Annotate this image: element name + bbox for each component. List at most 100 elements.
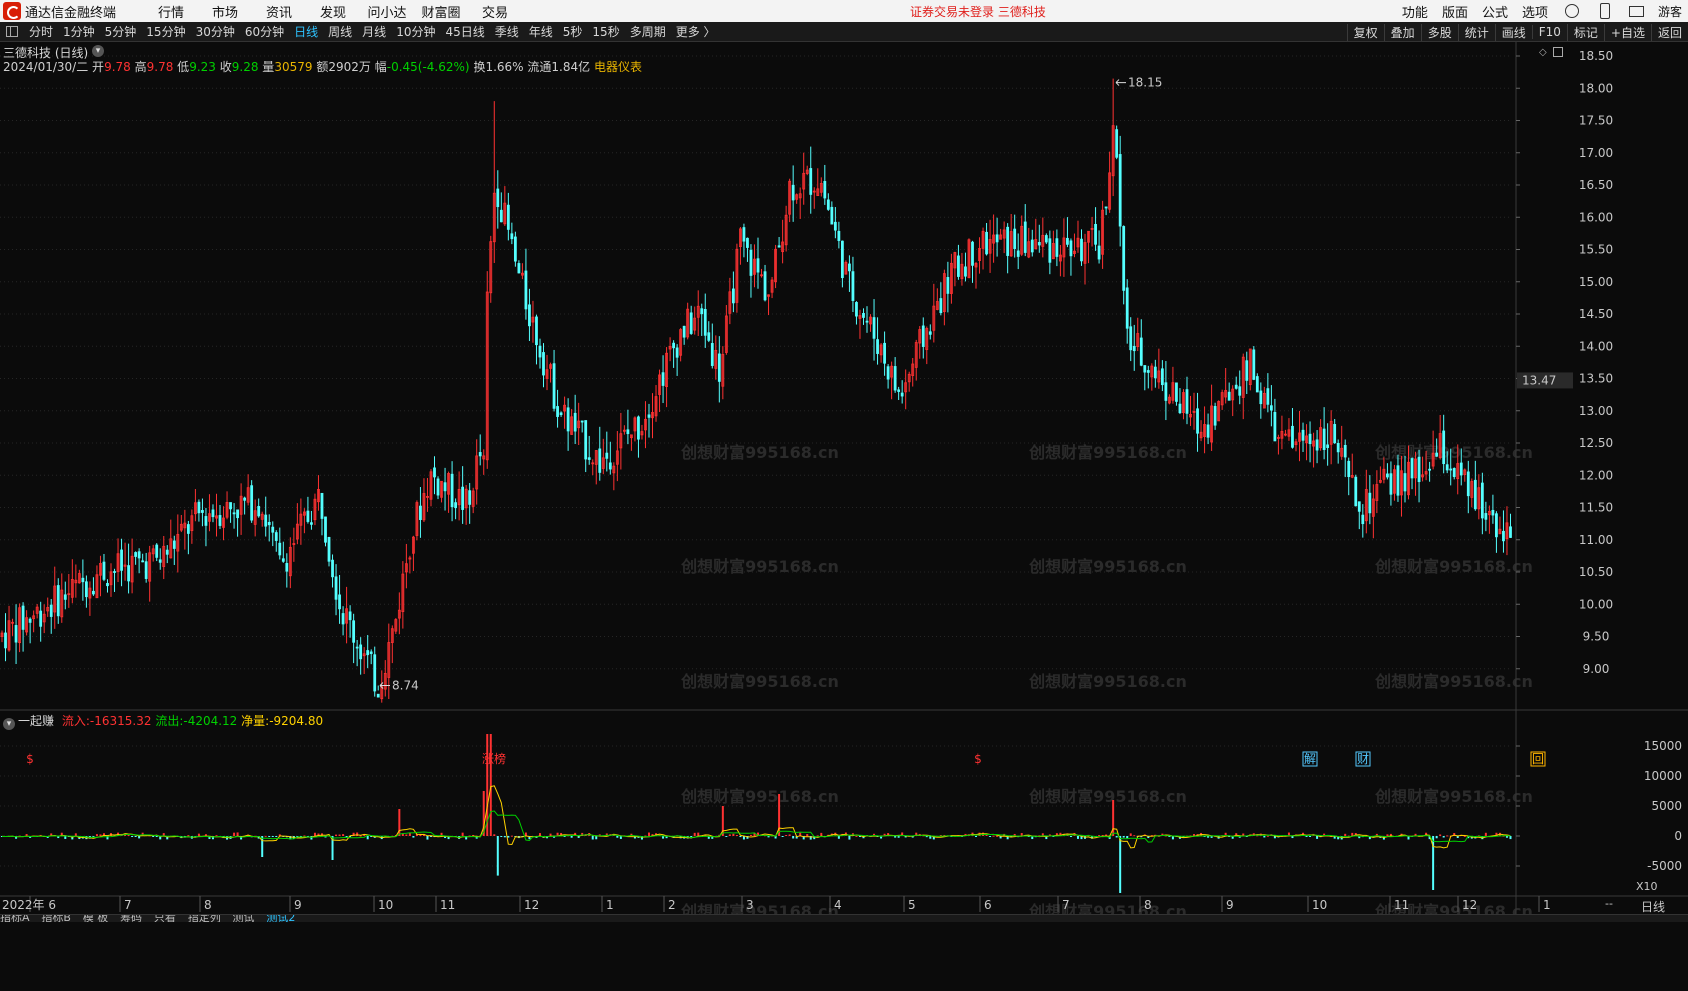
candle-body bbox=[274, 532, 278, 541]
candle-body bbox=[742, 227, 746, 242]
candle-body bbox=[236, 509, 239, 519]
flow-bar bbox=[788, 834, 791, 836]
candle-body bbox=[826, 199, 830, 210]
event-marker: $ bbox=[974, 752, 982, 766]
x-tick-label: 2022年 6 bbox=[2, 898, 56, 912]
candle-body bbox=[1080, 238, 1083, 262]
candle-body bbox=[661, 372, 665, 386]
bottom-tab-custom[interactable]: 指定列 bbox=[188, 915, 221, 922]
candle-body bbox=[517, 263, 521, 274]
flow-bar bbox=[1435, 836, 1438, 839]
candle-body bbox=[605, 452, 609, 459]
x-tick-label: 9 bbox=[294, 898, 302, 912]
candle-body bbox=[1269, 405, 1273, 411]
chevron-down-icon[interactable]: ▾ bbox=[3, 718, 15, 730]
x-tick-label: 12 bbox=[1462, 898, 1477, 912]
flow-bar bbox=[335, 834, 338, 836]
current-period-label[interactable]: 日线 bbox=[1641, 898, 1665, 915]
x-tick-label: 2 bbox=[668, 898, 676, 912]
candle-body bbox=[436, 478, 440, 496]
max-arrow bbox=[1115, 79, 1126, 86]
candle-body bbox=[1386, 473, 1389, 478]
flow-bar bbox=[366, 836, 369, 840]
candle-body bbox=[528, 304, 531, 327]
flow-bar bbox=[1115, 836, 1118, 838]
bottom-tab-only[interactable]: 只看 bbox=[154, 915, 176, 922]
flow-bar bbox=[855, 835, 858, 837]
candle-body bbox=[939, 298, 943, 314]
candle-body bbox=[809, 168, 813, 195]
event-marker: 回 bbox=[1532, 752, 1544, 766]
candle-body bbox=[584, 420, 588, 460]
candle-body bbox=[1417, 456, 1421, 483]
candle-body bbox=[1118, 154, 1122, 227]
candle-body bbox=[1048, 238, 1052, 263]
candle-body bbox=[1132, 345, 1136, 352]
diamond-icon[interactable]: ◇ bbox=[1539, 47, 1547, 58]
candle-body bbox=[524, 270, 528, 310]
price-tick-label: 13.50 bbox=[1579, 372, 1613, 386]
flow-bar bbox=[1446, 835, 1449, 837]
flow-bar bbox=[739, 836, 742, 838]
candle-body bbox=[419, 505, 422, 520]
candle-body bbox=[1104, 206, 1108, 209]
candle-body bbox=[211, 509, 215, 518]
indicator-name[interactable]: 一起赚 bbox=[18, 714, 54, 728]
candle-body bbox=[28, 618, 32, 623]
candle-body bbox=[49, 604, 53, 617]
watermark-text: 创想财富995168.cn bbox=[680, 787, 839, 806]
float-label: 流通 bbox=[527, 60, 552, 74]
flow-bar bbox=[489, 734, 492, 836]
x-tick-label: 8 bbox=[1144, 898, 1152, 912]
bottom-tab-chips[interactable]: 筹码 bbox=[120, 915, 142, 922]
bottom-tab-b[interactable]: 指标B bbox=[41, 915, 71, 922]
window-icon[interactable] bbox=[1553, 47, 1563, 57]
flow-bar bbox=[412, 836, 415, 838]
watermark-text: 创想财富995168.cn bbox=[1374, 787, 1533, 806]
flow-bar bbox=[749, 834, 752, 836]
flow-bar bbox=[996, 835, 999, 837]
kline-chart[interactable]: 创想财富995168.cn 创想财富995168.cn 创想财富995168.cn 创… bbox=[0, 0, 1688, 991]
quote-line: 2024/01/30/二 开9.78 高9.78 低9.23 收9.28 量30… bbox=[3, 58, 642, 75]
candle-body bbox=[510, 233, 514, 240]
candle-body bbox=[1238, 386, 1242, 396]
price-tick-label: 15.00 bbox=[1579, 275, 1613, 289]
change-label: 幅 bbox=[374, 60, 387, 74]
bottom-tab-test[interactable]: 测试 bbox=[233, 915, 255, 922]
candle-body bbox=[454, 502, 458, 509]
candle-body bbox=[1259, 390, 1263, 405]
candle-body bbox=[1115, 129, 1119, 158]
candle-body bbox=[1491, 509, 1495, 516]
candle-body bbox=[1160, 368, 1164, 386]
flow-bar bbox=[1076, 836, 1079, 839]
candle-body bbox=[1143, 365, 1147, 373]
candle-body bbox=[1368, 492, 1372, 514]
x-tick-label: 12 bbox=[524, 898, 539, 912]
candle-body bbox=[278, 542, 282, 556]
bottom-tab-test2[interactable]: 测试2 bbox=[266, 915, 295, 922]
candle-body bbox=[120, 549, 123, 571]
flow-bar bbox=[693, 832, 696, 836]
x-tick-label: 4 bbox=[834, 898, 842, 912]
candle-body bbox=[700, 308, 704, 315]
bottom-tab-template[interactable]: 模 板 bbox=[83, 915, 109, 922]
candle-body bbox=[872, 317, 876, 339]
candle-body bbox=[746, 237, 749, 248]
chevron-down-icon[interactable]: ▾ bbox=[92, 45, 104, 57]
candle-body bbox=[542, 352, 545, 376]
flow-bar bbox=[268, 836, 271, 837]
flow-bar bbox=[820, 832, 823, 836]
bottom-tab-a[interactable]: 指标A bbox=[0, 915, 30, 922]
x-tick-label: 8 bbox=[204, 898, 212, 912]
candle-body bbox=[271, 526, 275, 533]
candle-body bbox=[1122, 226, 1126, 291]
scale-label: X10 bbox=[1636, 880, 1658, 893]
candle-body bbox=[587, 457, 591, 460]
candle-body bbox=[165, 549, 169, 555]
flow-bar bbox=[1386, 834, 1389, 836]
flow-bar bbox=[1129, 833, 1132, 836]
flow-bar bbox=[1305, 836, 1308, 837]
inflow-value: -16315.32 bbox=[89, 714, 152, 728]
candle-body bbox=[886, 366, 890, 380]
industry-tag[interactable]: 电器仪表 bbox=[594, 60, 642, 74]
